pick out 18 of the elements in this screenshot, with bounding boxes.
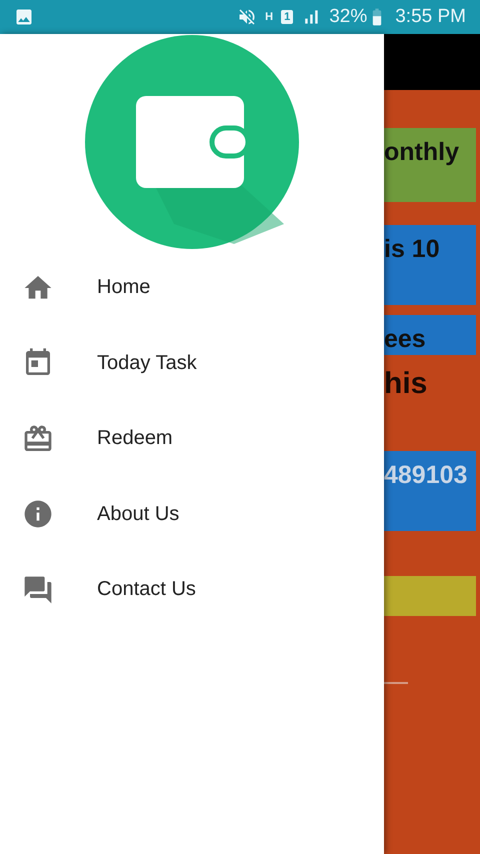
chat-icon xyxy=(22,574,54,606)
card-text: is 10 xyxy=(384,234,440,265)
network-type: H xyxy=(265,12,274,22)
image-icon xyxy=(14,7,34,27)
card-text: onthly xyxy=(384,137,459,168)
sim-indicator: 1 xyxy=(281,10,294,24)
info-icon xyxy=(22,498,54,530)
battery-percent: 32% xyxy=(329,6,368,28)
card-text: ees xyxy=(384,324,426,355)
menu-item[interactable]: Today Task xyxy=(97,352,197,375)
menu-item[interactable]: Redeem xyxy=(97,427,173,450)
mute-icon xyxy=(237,7,258,27)
menu-item[interactable]: Contact Us xyxy=(97,578,196,602)
heading-text: his xyxy=(384,367,428,401)
menu-item[interactable]: About Us xyxy=(97,502,180,526)
menu-item[interactable]: Home xyxy=(97,276,150,300)
card-text: 489103 xyxy=(384,460,468,491)
clock: 3:55 PM xyxy=(395,6,466,28)
